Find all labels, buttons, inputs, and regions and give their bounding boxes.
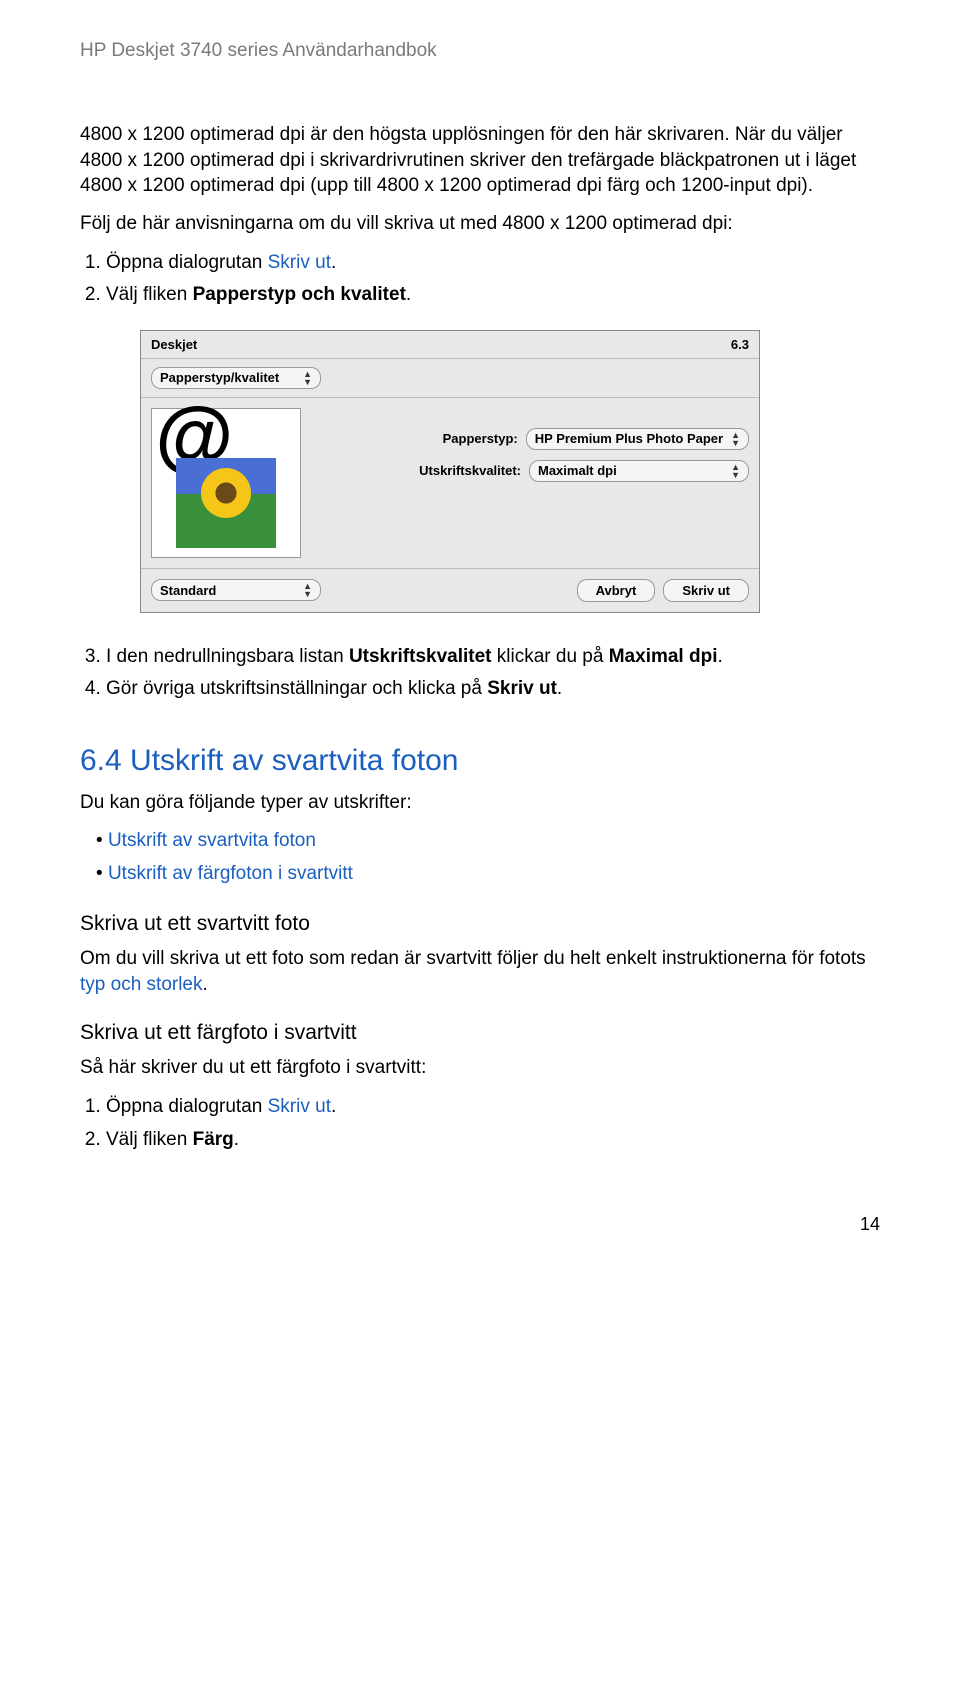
- combo-utskriftskvalitet[interactable]: Maximalt dpi ▲▼: [529, 460, 749, 482]
- combo-papperstyp[interactable]: HP Premium Plus Photo Paper ▲▼: [526, 428, 749, 450]
- label-utskriftskvalitet: Utskriftskvalitet:: [419, 463, 521, 478]
- section-heading-6-4: 6.4 Utskrift av svartvita foton: [80, 744, 880, 778]
- updown-icon: ▲▼: [731, 431, 740, 447]
- step-color-1: Öppna dialogrutan Skriv ut.: [106, 1093, 880, 1122]
- dialog-version: 6.3: [731, 337, 749, 352]
- standard-combo[interactable]: Standard ▲▼: [151, 579, 321, 601]
- section-intro: Du kan göra följande typer av utskrifter…: [80, 790, 880, 816]
- step-1: Öppna dialogrutan Skriv ut.: [106, 249, 880, 278]
- steps-list-2: I den nedrullningsbara listan Utskriftsk…: [80, 643, 880, 704]
- dialog-title: Deskjet: [151, 337, 197, 352]
- updown-icon: ▲▼: [731, 463, 740, 479]
- subheading-svartvitt-foto: Skriva ut ett svartvitt foto: [80, 912, 880, 936]
- steps-list-1: Öppna dialogrutan Skriv ut. Välj fliken …: [80, 249, 880, 310]
- step-2: Välj fliken Papperstyp och kvalitet.: [106, 281, 880, 310]
- print-dialog-screenshot: Deskjet 6.3 Papperstyp/kvalitet ▲▼ @ Pap…: [140, 330, 880, 613]
- paragraph-resolution: 4800 x 1200 optimerad dpi är den högsta …: [80, 122, 880, 199]
- step-3: I den nedrullningsbara listan Utskriftsk…: [106, 643, 880, 672]
- print-types-list: Utskrift av svartvita foton Utskrift av …: [80, 827, 880, 888]
- sunflower-image: [176, 458, 276, 548]
- tab-selector[interactable]: Papperstyp/kvalitet ▲▼: [151, 367, 321, 389]
- steps-list-3: Öppna dialogrutan Skriv ut. Välj fliken …: [80, 1093, 880, 1154]
- preview-image: @: [151, 408, 301, 558]
- link-typ-och-storlek[interactable]: typ och storlek: [80, 974, 203, 995]
- paragraph-fargfoto-intro: Så här skriver du ut ett färgfoto i svar…: [80, 1055, 880, 1081]
- label-papperstyp: Papperstyp:: [443, 431, 518, 446]
- link-fargfoton-svartvitt[interactable]: Utskrift av färgfoton i svartvitt: [96, 860, 880, 889]
- step-color-2: Välj fliken Färg.: [106, 1126, 880, 1155]
- link-skriv-ut[interactable]: Skriv ut: [268, 252, 331, 273]
- link-skriv-ut-2[interactable]: Skriv ut: [268, 1096, 331, 1117]
- updown-icon: ▲▼: [303, 582, 312, 598]
- cancel-button[interactable]: Avbryt: [577, 579, 656, 602]
- link-svartvita-foton[interactable]: Utskrift av svartvita foton: [96, 827, 880, 856]
- paragraph-svartvitt-foto: Om du vill skriva ut ett foto som redan …: [80, 946, 880, 997]
- page-header: HP Deskjet 3740 series Användarhandbok: [80, 40, 880, 62]
- print-button[interactable]: Skriv ut: [663, 579, 749, 602]
- updown-icon: ▲▼: [303, 370, 312, 386]
- subheading-fargfoto-svartvitt: Skriva ut ett färgfoto i svartvitt: [80, 1021, 880, 1045]
- paragraph-instructions-intro: Följ de här anvisningarna om du vill skr…: [80, 211, 880, 237]
- page-number: 14: [80, 1214, 880, 1235]
- step-4: Gör övriga utskriftsinställningar och kl…: [106, 675, 880, 704]
